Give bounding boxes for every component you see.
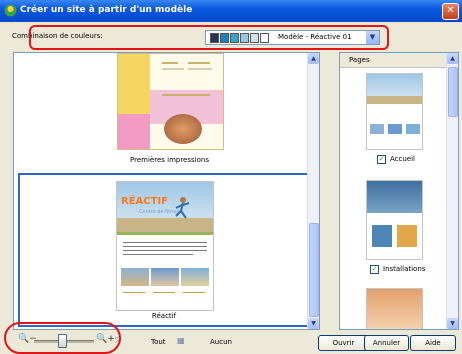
page-label-installations: Installations xyxy=(383,265,426,273)
thumb-text xyxy=(123,254,193,255)
template-label-reactif: Réactif xyxy=(151,312,177,320)
template-scrollbar[interactable]: ▲ ▼ xyxy=(307,53,319,329)
pages-scroll-down-button[interactable]: ▼ xyxy=(447,318,458,329)
thumb-bar xyxy=(117,232,213,235)
thumb-line xyxy=(188,68,212,70)
highlight-scheme xyxy=(29,25,389,50)
thumb-text xyxy=(123,250,207,251)
grid-icon[interactable]: ▦ xyxy=(177,336,185,345)
pages-panel[interactable]: Pages ✓ Accueil ✓ Installations ▲ ▼ xyxy=(339,52,459,330)
page-sand xyxy=(367,96,422,104)
thumb-sand xyxy=(117,218,213,232)
pages-scrollbar[interactable]: ▲ ▼ xyxy=(446,53,458,329)
pages-header: Pages xyxy=(340,53,446,68)
template-thumbnail-reactif[interactable]: RÉACTIF Centre de fitness xyxy=(116,181,214,311)
highlight-zoom xyxy=(4,322,121,354)
help-button[interactable]: Aide xyxy=(410,335,456,351)
page-thumbnail-accueil[interactable] xyxy=(366,73,423,150)
select-all-link[interactable]: Tout xyxy=(151,338,166,346)
page-checkbox-accueil[interactable]: ✓ xyxy=(377,155,386,164)
thumb-text xyxy=(123,242,207,243)
thumb-text xyxy=(123,292,145,293)
page-pic xyxy=(388,124,402,134)
thumb-text xyxy=(123,246,207,247)
page-pic xyxy=(397,225,417,247)
thumb-pic xyxy=(181,268,209,286)
runner-figure xyxy=(175,197,190,219)
scroll-thumb[interactable] xyxy=(309,223,319,317)
thumb-pic xyxy=(121,268,149,286)
thumb-line xyxy=(162,62,178,64)
thumb-line xyxy=(162,94,210,96)
page-pic xyxy=(370,124,384,134)
thumb-text xyxy=(183,292,205,293)
page-pic xyxy=(406,124,420,134)
dialog-window: Créer un site à partir d'un modèle ✕ Com… xyxy=(0,0,462,354)
page-pic xyxy=(372,225,392,247)
thumb-logo: RÉACTIF xyxy=(121,196,168,207)
template-label-premieres: Premières impressions xyxy=(130,156,209,164)
close-button[interactable]: ✕ xyxy=(442,3,459,20)
thumb-line xyxy=(188,62,210,64)
pages-scroll-up-button[interactable]: ▲ xyxy=(447,53,458,64)
scroll-up-button[interactable]: ▲ xyxy=(308,53,319,64)
page-thumbnail-installations[interactable] xyxy=(366,180,423,260)
select-none-link[interactable]: Aucun xyxy=(210,338,232,346)
app-icon xyxy=(4,4,17,17)
page-thumbnail-3[interactable] xyxy=(366,288,423,329)
cancel-button[interactable]: Annuler xyxy=(364,335,409,351)
template-list[interactable]: Premières impressions RÉACTIF Centre de … xyxy=(13,52,320,330)
thumb-text xyxy=(153,292,175,293)
thumb-pic xyxy=(151,268,179,286)
template-thumbnail-premieres[interactable] xyxy=(117,53,224,150)
pages-scroll-thumb[interactable] xyxy=(448,67,458,117)
page-label-accueil: Accueil xyxy=(390,155,415,163)
page-header-img xyxy=(367,181,422,213)
thumb-photo xyxy=(164,114,202,144)
pages-header-label: Pages xyxy=(349,56,370,64)
window-title: Créer un site à partir d'un modèle xyxy=(20,5,193,15)
page-checkbox-installations[interactable]: ✓ xyxy=(370,265,379,274)
scroll-down-button[interactable]: ▼ xyxy=(308,318,319,329)
open-button[interactable]: Ouvrir xyxy=(318,335,369,351)
title-bar: Créer un site à partir d'un modèle ✕ xyxy=(0,0,462,22)
thumb-block xyxy=(118,114,150,149)
thumb-line xyxy=(162,68,184,70)
